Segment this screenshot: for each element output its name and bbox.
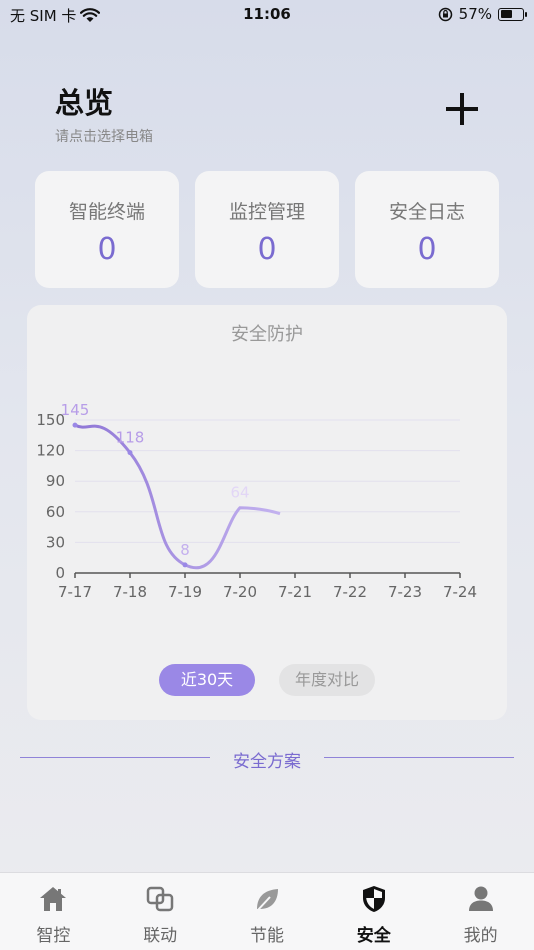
tab-label: 我的: [463, 926, 498, 946]
y-tick-label: 30: [46, 533, 65, 551]
select-box-prompt[interactable]: 请点击选择电箱: [55, 126, 153, 146]
divider-line-right: [324, 757, 514, 758]
data-label: 145: [61, 401, 90, 419]
security-line-chart: 03060901201507-17 7-18 7-19 7-20 7-21 7-22 7-2…: [36, 401, 477, 601]
data-label: 8: [180, 541, 190, 559]
rotation-lock-icon: [438, 7, 452, 21]
battery-icon: [498, 7, 527, 21]
tab-linkage[interactable]: 联动: [107, 873, 214, 950]
tab-label: 联动: [143, 926, 178, 946]
data-label: 118: [116, 429, 145, 447]
stat-value: 0: [257, 232, 277, 267]
data-label: 64: [230, 484, 249, 502]
section-title: 安全方案: [233, 752, 301, 772]
security-chart-card: 0 30 60 90 120 150 7-17 7-18 7-19 7-20 7-21 7-22 7-2…: [27, 305, 507, 720]
stat-label: 安全日志: [388, 201, 465, 223]
x-tick-label: 7-18: [113, 583, 147, 601]
tab-label: 安全: [356, 926, 391, 946]
tab-label: 智控: [36, 926, 71, 946]
x-tick-label: 7-19: [168, 583, 202, 601]
section-divider: 安全方案: [20, 747, 514, 772]
x-tick-label: 7-20: [223, 583, 257, 601]
stat-card-logs[interactable]: 安全日志 0: [355, 171, 499, 288]
stat-label: 智能终端: [68, 201, 145, 223]
tab-energy-saving[interactable]: 节能: [214, 873, 321, 950]
x-tick-label: 7-23: [388, 583, 422, 601]
status-bar: 无 SIM 卡 11:06 57%: [0, 0, 534, 30]
shield-icon: [362, 886, 385, 912]
tab-label: 节能: [249, 926, 284, 946]
y-tick-label: 60: [46, 503, 65, 521]
stat-label: 监控管理: [228, 201, 305, 223]
x-tick-label: 7-22: [333, 583, 367, 601]
stat-value: 0: [417, 232, 437, 267]
tab-mine[interactable]: 我的: [427, 873, 534, 950]
x-tick-label: 7-24: [443, 583, 477, 601]
page-title: 总览: [55, 86, 114, 120]
status-right: 57%: [438, 5, 527, 23]
y-tick-label: 90: [46, 472, 65, 490]
add-button[interactable]: [442, 88, 486, 132]
tab-smart-control[interactable]: 智控: [0, 873, 107, 950]
y-tick-label: 120: [36, 442, 65, 460]
y-tick-label: 0: [55, 564, 65, 582]
data-point: [182, 562, 188, 568]
x-tick-label: 7-21: [278, 583, 312, 601]
data-point: [72, 422, 78, 428]
user-icon: [468, 886, 493, 911]
battery-percent: 57%: [458, 5, 492, 23]
tab-security[interactable]: 安全: [320, 873, 427, 950]
yearly-compare-button[interactable]: 年度对比: [279, 664, 375, 696]
tab-bar: 智控 联动 节能 安全 我的: [0, 872, 534, 950]
stat-card-monitoring[interactable]: 监控管理 0: [195, 171, 339, 288]
chart-title: 安全防护: [231, 324, 303, 345]
stat-value: 0: [97, 232, 117, 267]
home-icon: [40, 887, 67, 911]
link-icon: [146, 886, 174, 912]
x-tick-label: 7-17: [58, 583, 92, 601]
stat-card-terminals[interactable]: 智能终端 0: [35, 171, 179, 288]
data-point: [127, 450, 133, 456]
recent-30-days-button[interactable]: 近30天: [159, 664, 255, 696]
leaf-icon: [256, 889, 278, 912]
